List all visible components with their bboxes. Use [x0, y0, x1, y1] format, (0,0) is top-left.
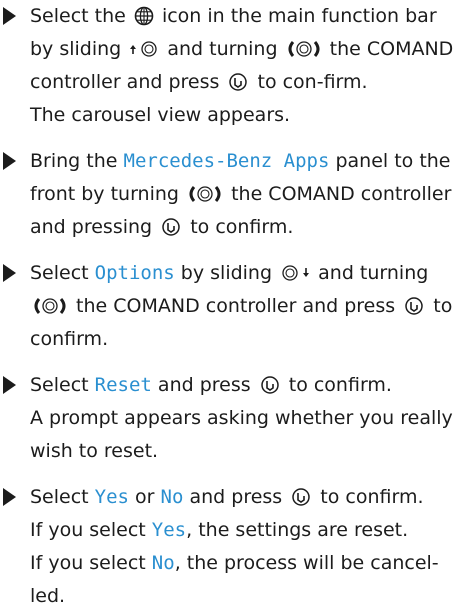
step-text: and press	[189, 486, 283, 508]
step-result-yes: If you select Yes, the settings are rese…	[30, 514, 457, 547]
step-bullet	[3, 376, 16, 394]
step-text: Select the	[30, 5, 126, 27]
step-result-no: If you select No, the process will be ca…	[30, 547, 457, 613]
step-text: by sliding	[180, 262, 273, 284]
menu-item-options: Options	[94, 262, 175, 284]
menu-item-yes: Yes	[151, 519, 187, 541]
menu-item-reset: Reset	[94, 374, 152, 396]
step-result: The carousel view appears.	[30, 104, 291, 126]
step-bullet	[3, 152, 16, 170]
step-text: Select	[30, 262, 89, 284]
step-text: to con-firm.	[257, 71, 368, 93]
step-bullet	[3, 488, 16, 506]
step-text: Bring the	[30, 150, 118, 172]
controller-slide-down-icon	[280, 263, 310, 283]
controller-press-icon	[403, 296, 425, 316]
step-3: Select Options by sliding and turning th…	[0, 257, 463, 356]
step-text: and turning	[167, 38, 278, 60]
controller-press-icon	[227, 72, 249, 92]
controller-press-icon	[290, 487, 312, 507]
step-text: to confirm.	[320, 486, 424, 508]
controller-turn-icon	[187, 184, 223, 204]
controller-turn-icon	[32, 296, 68, 316]
menu-item-no: No	[151, 552, 175, 574]
step-text: to confirm.	[288, 374, 392, 396]
globe-icon	[134, 6, 154, 26]
step-text: and turning	[318, 262, 429, 284]
controller-slide-up-icon	[129, 39, 159, 59]
step-text: and press	[157, 374, 251, 396]
instruction-page: Select the icon in the main function bar…	[0, 0, 463, 607]
menu-item-mercedes-benz-apps: Mercedes-Benz Apps	[123, 150, 330, 172]
menu-item-no: No	[160, 486, 184, 508]
step-text: to confirm.	[190, 216, 294, 238]
step-bullet	[3, 264, 16, 282]
step-text: Select	[30, 374, 89, 396]
step-5: Select Yes or No and press to confirm. I…	[0, 481, 463, 613]
step-result: A prompt appears asking whether you real…	[30, 407, 453, 462]
step-text: or	[135, 486, 155, 508]
menu-item-yes: Yes	[94, 486, 129, 508]
result-text: If you select	[30, 552, 146, 574]
controller-press-icon	[259, 375, 281, 395]
step-2: Bring the Mercedes-Benz Apps panel to th…	[0, 145, 463, 244]
step-text: the COMAND controller and press	[76, 295, 396, 317]
step-4: Select Reset and press to confirm. A pro…	[0, 369, 463, 468]
result-text: , the settings are reset.	[186, 519, 409, 541]
result-text: If you select	[30, 519, 146, 541]
controller-turn-icon	[286, 39, 322, 59]
step-text: Select	[30, 486, 89, 508]
step-1: Select the icon in the main function bar…	[0, 0, 463, 132]
controller-press-icon	[160, 217, 182, 237]
step-bullet	[3, 7, 16, 25]
